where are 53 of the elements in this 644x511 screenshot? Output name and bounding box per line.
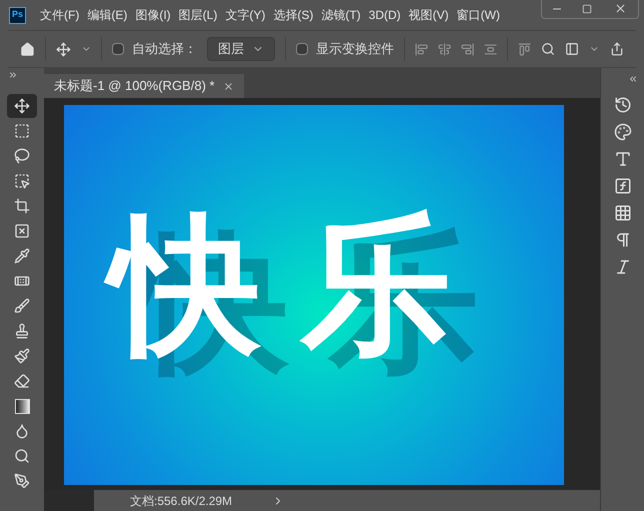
eraser-icon (14, 373, 30, 389)
pen-icon (14, 473, 30, 489)
menu-item[interactable]: 文字(Y) (225, 6, 266, 24)
character-icon[interactable] (614, 150, 632, 168)
checkbox[interactable] (112, 43, 124, 55)
menu-item[interactable]: 窗口(W) (456, 6, 500, 24)
search-icon[interactable] (541, 41, 556, 57)
marquee-icon (14, 123, 30, 139)
function-icon[interactable] (614, 177, 632, 195)
stamp-icon (14, 323, 30, 339)
expand-icon[interactable] (8, 70, 18, 80)
menu-item[interactable]: 选择(S) (273, 6, 314, 24)
align-left-icon[interactable] (414, 42, 428, 56)
align-top-icon[interactable] (518, 42, 532, 56)
menu-item[interactable]: 图像(I) (135, 6, 171, 24)
align-center-icon[interactable] (438, 42, 452, 56)
selection-pointer-icon (14, 173, 30, 189)
move-icon (14, 98, 30, 114)
distribute-icon[interactable] (484, 42, 498, 56)
close-icon (614, 2, 626, 15)
checkbox-label: 显示变换控件 (316, 40, 394, 58)
maximize-icon (582, 4, 592, 14)
app-logo: Ps (9, 6, 26, 24)
table-icon[interactable] (614, 204, 632, 222)
layer-dropdown[interactable]: 图层 (207, 37, 276, 61)
document-tab[interactable]: 未标题-1 @ 100%(RGB/8) * (44, 74, 244, 98)
history-brush-icon (14, 348, 30, 364)
checkbox[interactable] (296, 43, 308, 55)
palette-icon[interactable] (614, 123, 632, 141)
move-tool[interactable] (7, 94, 37, 118)
menu-item[interactable]: 图层(L) (178, 6, 218, 24)
home-icon[interactable] (20, 40, 35, 58)
menu-item[interactable]: 视图(V) (408, 6, 449, 24)
checkbox-label: 自动选择： (132, 40, 198, 58)
crop-icon (14, 198, 30, 214)
menu-item[interactable]: 3D(D) (368, 6, 401, 24)
droplet-icon (14, 423, 30, 439)
collapse-icon[interactable] (628, 74, 638, 84)
move-icon[interactable] (56, 40, 71, 58)
eyedropper-icon (14, 248, 30, 264)
menu-item[interactable]: 文件(F) (40, 6, 80, 24)
close-icon[interactable] (222, 80, 234, 92)
lasso-icon (14, 148, 30, 164)
brush-icon (14, 298, 30, 314)
screen-mode-icon[interactable] (565, 41, 580, 57)
share-icon[interactable] (610, 41, 624, 57)
history-icon[interactable] (614, 96, 632, 114)
menu-item[interactable]: 编辑(E) (87, 6, 128, 24)
align-right-icon[interactable] (461, 42, 474, 56)
menu-item[interactable]: 滤镜(T) (321, 6, 361, 24)
gradient-icon (14, 398, 30, 414)
document-info: 文档:556.6K/2.29M (130, 492, 232, 510)
frame-icon (14, 223, 30, 239)
